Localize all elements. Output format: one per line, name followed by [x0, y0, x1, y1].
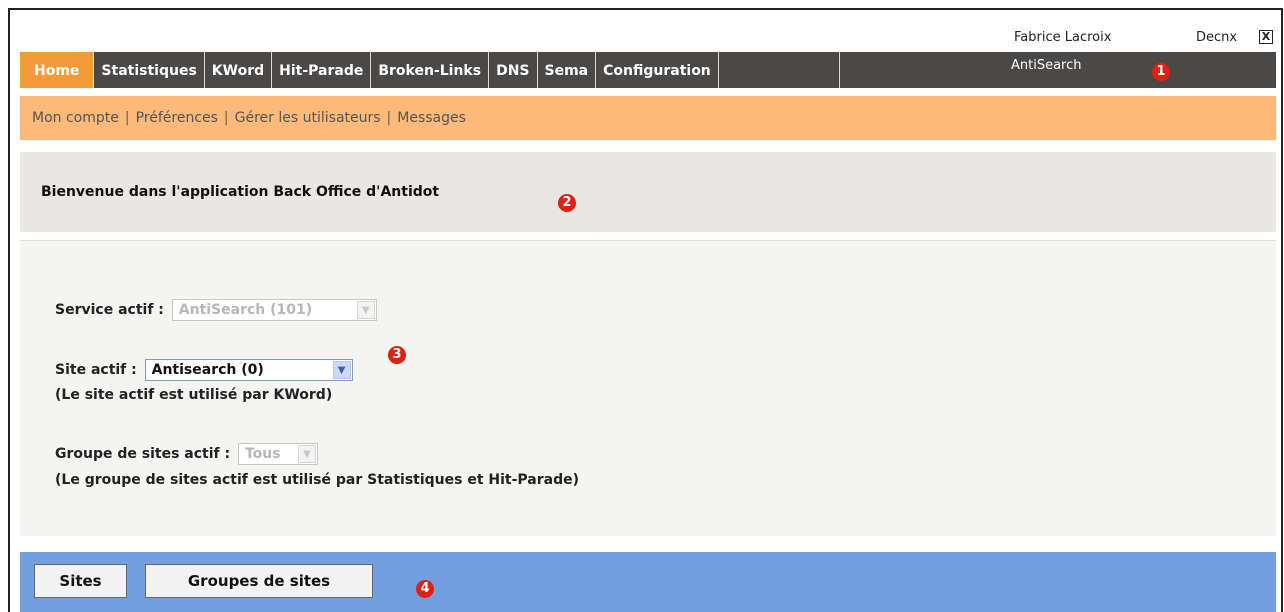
site-select[interactable]: Antisearch (0) ▼	[144, 359, 353, 381]
annotation-badge-3: 3	[388, 346, 406, 364]
subnav-link-preferences[interactable]: Préférences	[136, 110, 218, 126]
service-label: Service actif :	[55, 302, 164, 318]
sub-navigation: Mon compte | Préférences | Gérer les utilisa…	[20, 96, 1276, 140]
subnav-link-mon-compte[interactable]: Mon compte	[32, 110, 119, 126]
site-row: Site actif : Antisearch (0) ▼	[55, 359, 353, 381]
welcome-banner: Bienvenue dans l'application Back Office…	[20, 152, 1276, 232]
subnav-separator: |	[386, 110, 392, 126]
site-label: Site actif :	[55, 362, 137, 378]
group-select: Tous ▼	[237, 443, 318, 465]
user-name[interactable]: Fabrice Lacroix	[1014, 30, 1111, 45]
tab-home[interactable]: Home	[20, 52, 95, 88]
tab-kword[interactable]: KWord	[205, 52, 273, 88]
close-icon[interactable]: X	[1259, 30, 1273, 44]
annotation-badge-1: 1	[1152, 63, 1170, 81]
nav-spacer	[719, 52, 840, 88]
group-note: (Le groupe de sites actif est utilisé pa…	[55, 472, 580, 488]
tab-configuration[interactable]: Configuration	[596, 52, 719, 88]
site-note: (Le site actif est utilisé par KWord)	[55, 387, 333, 403]
annotation-badge-4: 4	[416, 580, 434, 598]
site-groups-button[interactable]: Groupes de sites	[145, 564, 373, 598]
logout-link[interactable]: Decnx	[1196, 30, 1237, 45]
subnav-link-messages[interactable]: Messages	[397, 110, 466, 126]
tab-broken-links[interactable]: Broken-Links	[371, 52, 490, 88]
tab-statistiques[interactable]: Statistiques	[94, 52, 205, 88]
welcome-message: Bienvenue dans l'application Back Office…	[41, 184, 440, 200]
active-service-label: AntiSearch	[1011, 58, 1082, 73]
subnav-separator: |	[223, 110, 229, 126]
annotation-badge-2: 2	[558, 194, 576, 212]
settings-panel: Service actif : AntiSearch (101) ▼ Site …	[20, 240, 1276, 536]
tab-hit-parade[interactable]: Hit-Parade	[272, 52, 372, 88]
main-navbar: Home Statistiques KWord Hit-Parade Broke…	[20, 52, 1276, 88]
chevron-down-icon: ▼	[297, 445, 316, 463]
chevron-down-icon: ▼	[356, 301, 375, 319]
tab-dns[interactable]: DNS	[489, 52, 538, 88]
chevron-down-icon[interactable]: ▼	[332, 361, 351, 379]
group-label: Groupe de sites actif :	[55, 446, 231, 462]
group-row: Groupe de sites actif : Tous ▼	[55, 443, 318, 465]
tab-sema[interactable]: Sema	[538, 52, 597, 88]
action-bar: Sites Groupes de sites	[20, 552, 1276, 612]
subnav-separator: |	[124, 110, 130, 126]
service-select: AntiSearch (101) ▼	[171, 299, 377, 321]
service-select-value: AntiSearch (101)	[178, 302, 313, 318]
sites-button[interactable]: Sites	[34, 564, 127, 598]
subnav-link-gerer-utilisateurs[interactable]: Gérer les utilisateurs	[235, 110, 381, 126]
service-row: Service actif : AntiSearch (101) ▼	[55, 299, 377, 321]
site-select-value: Antisearch (0)	[151, 362, 264, 378]
group-select-value: Tous	[244, 446, 281, 462]
